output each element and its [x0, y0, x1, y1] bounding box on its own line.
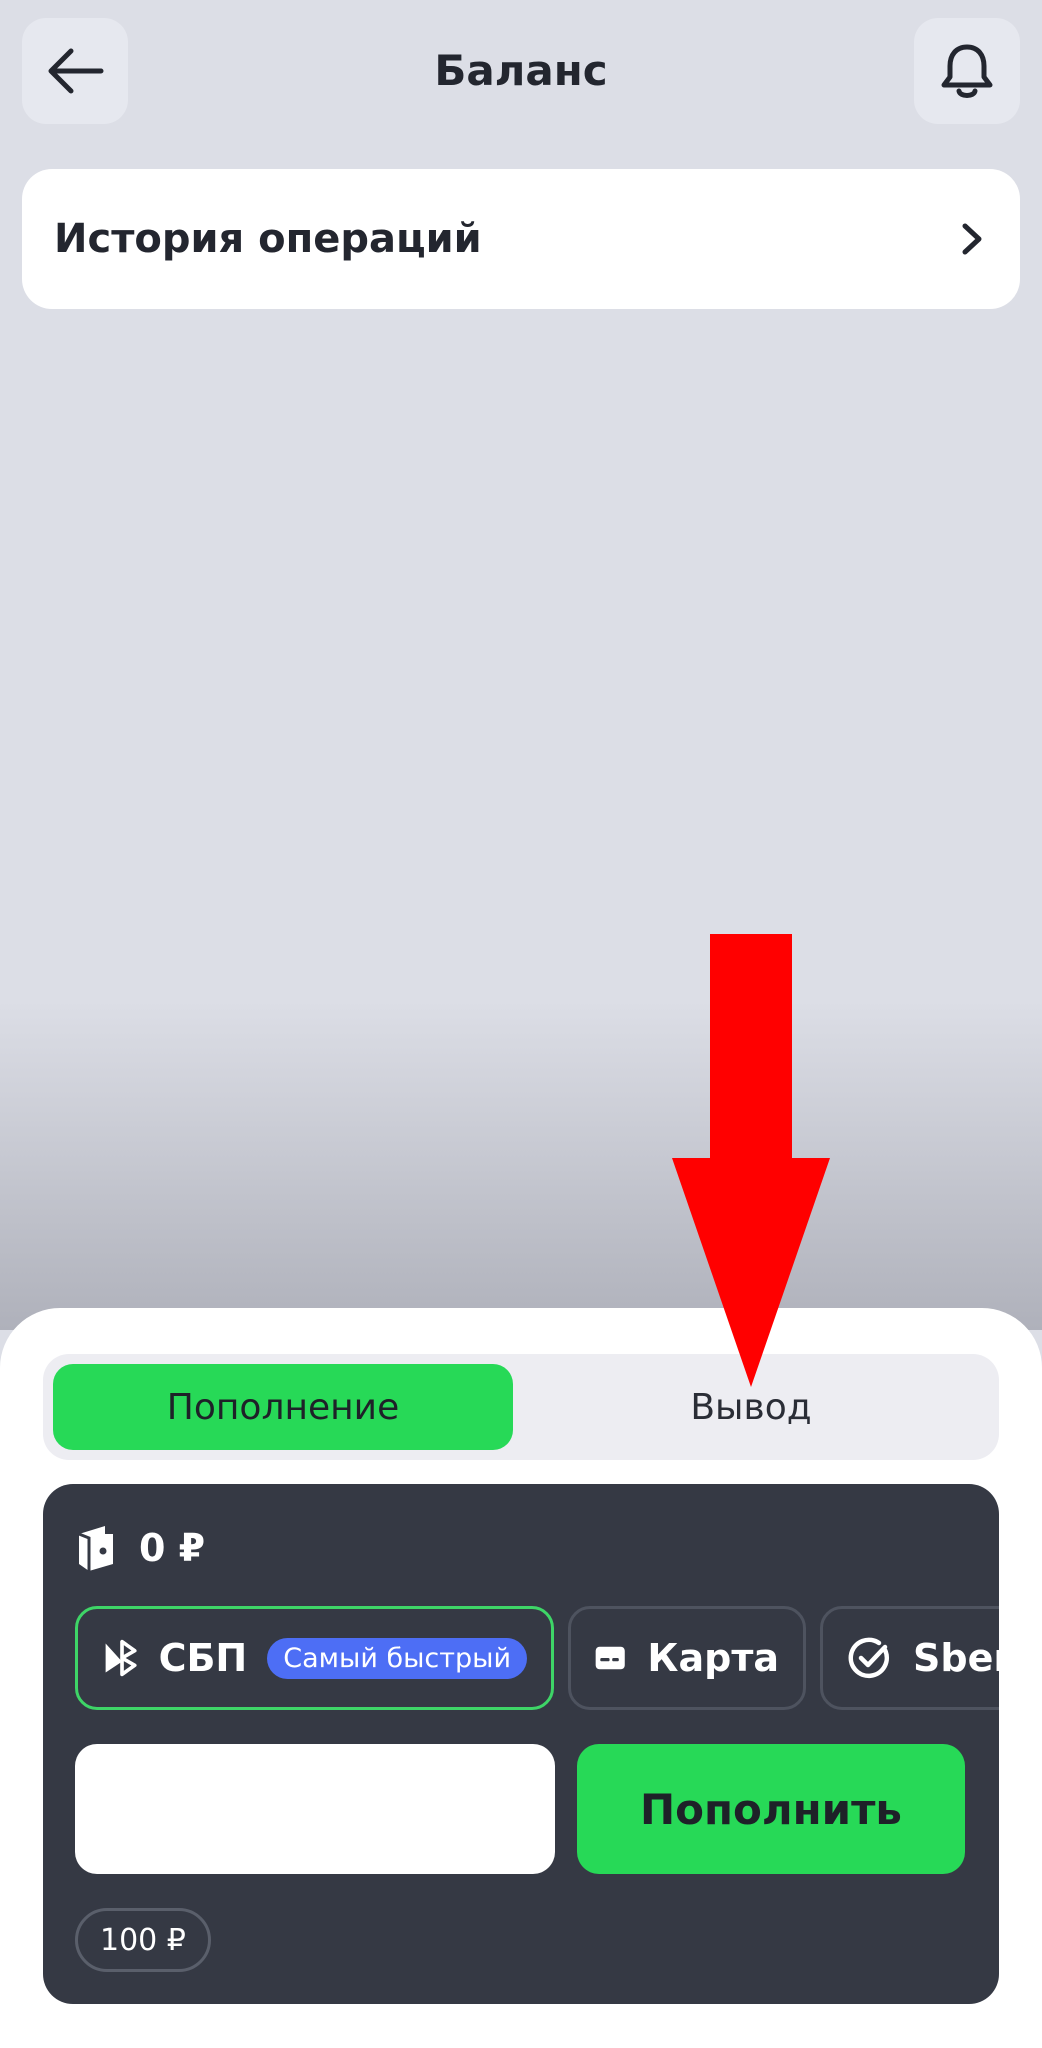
card-icon	[595, 1646, 625, 1670]
payment-panel: 0 ₽ СБП Самый быстрый Карта Sber	[43, 1484, 999, 2004]
amount-input[interactable]	[75, 1744, 555, 1874]
annotation-arrow-icon	[672, 934, 830, 1387]
wallet-icon	[78, 1526, 113, 1571]
balance-amount: 0 ₽	[139, 1526, 206, 1570]
method-label: СБП	[158, 1636, 248, 1680]
method-sbp[interactable]: СБП Самый быстрый	[75, 1606, 554, 1710]
notifications-button[interactable]	[914, 18, 1020, 124]
method-label: Карта	[647, 1636, 779, 1680]
chevron-right-icon	[962, 223, 982, 255]
history-label: История операций	[54, 216, 482, 262]
method-card[interactable]: Карта	[568, 1606, 806, 1710]
sbp-icon	[105, 1639, 137, 1677]
quick-amount-chip[interactable]: 100 ₽	[75, 1908, 211, 1972]
page-title: Баланс	[434, 46, 608, 95]
payment-methods: СБП Самый быстрый Карта Sber	[75, 1606, 999, 1714]
bell-icon	[941, 44, 993, 98]
topup-button[interactable]: Пополнить	[577, 1744, 965, 1874]
background-shade	[0, 1000, 1042, 1330]
wallet-balance: 0 ₽	[75, 1518, 205, 1578]
tab-topup[interactable]: Пополнение	[53, 1364, 513, 1450]
operations-history-link[interactable]: История операций	[22, 169, 1020, 309]
operation-type-switch: Пополнение Вывод	[43, 1354, 999, 1460]
method-label: Sber	[913, 1636, 999, 1680]
check-circle-icon	[848, 1637, 889, 1678]
fastest-badge: Самый быстрый	[267, 1637, 527, 1679]
method-sber[interactable]: Sber	[820, 1606, 999, 1710]
